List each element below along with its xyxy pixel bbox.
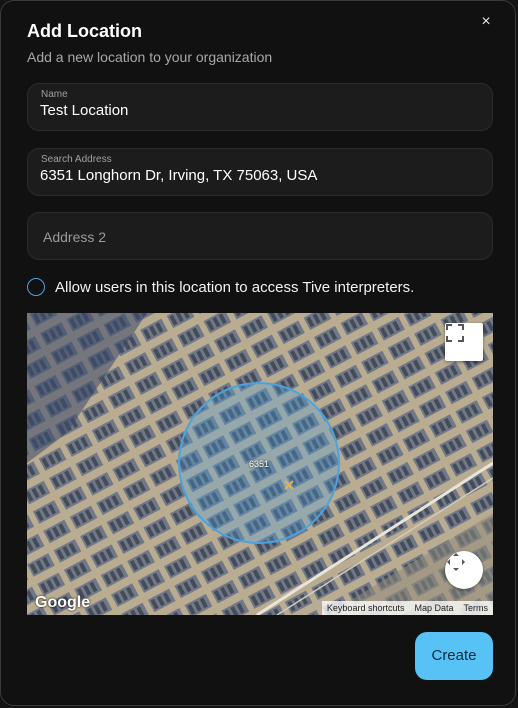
fullscreen-icon[interactable] <box>445 323 483 361</box>
map-data-link[interactable]: Map Data <box>409 603 458 613</box>
interpreter-access-option[interactable]: Allow users in this location to access T… <box>27 276 414 298</box>
search-address-field[interactable]: Search Address <box>27 148 493 196</box>
address2-field[interactable]: Address 2 <box>27 212 493 260</box>
dialog-title: Add Location <box>27 21 142 41</box>
search-address-label: Search Address <box>41 154 112 165</box>
keyboard-shortcuts-link[interactable]: Keyboard shortcuts <box>322 603 410 613</box>
address2-placeholder: Address 2 <box>43 229 107 245</box>
location-map[interactable]: 6351 Google Keyboard shortcuts Map Data … <box>27 313 493 615</box>
google-logo: Google <box>35 594 91 611</box>
name-input[interactable] <box>40 102 480 119</box>
close-icon[interactable]: × <box>477 13 495 31</box>
address-marker-label: 6351 <box>249 459 270 469</box>
create-button[interactable]: Create <box>415 632 493 680</box>
add-location-dialog: Add Location Add a new location to your … <box>0 0 516 706</box>
interpreter-access-label: Allow users in this location to access T… <box>55 278 415 296</box>
search-address-input[interactable] <box>40 167 480 184</box>
pan-control-icon[interactable] <box>445 551 483 589</box>
interpreter-access-checkbox[interactable] <box>27 278 45 296</box>
dialog-subtitle: Add a new location to your organization <box>27 49 273 65</box>
map-attribution: Keyboard shortcuts Map Data Terms <box>321 601 494 615</box>
name-label: Name <box>41 89 68 100</box>
terms-link[interactable]: Terms <box>459 603 494 613</box>
name-field[interactable]: Name <box>27 83 493 131</box>
